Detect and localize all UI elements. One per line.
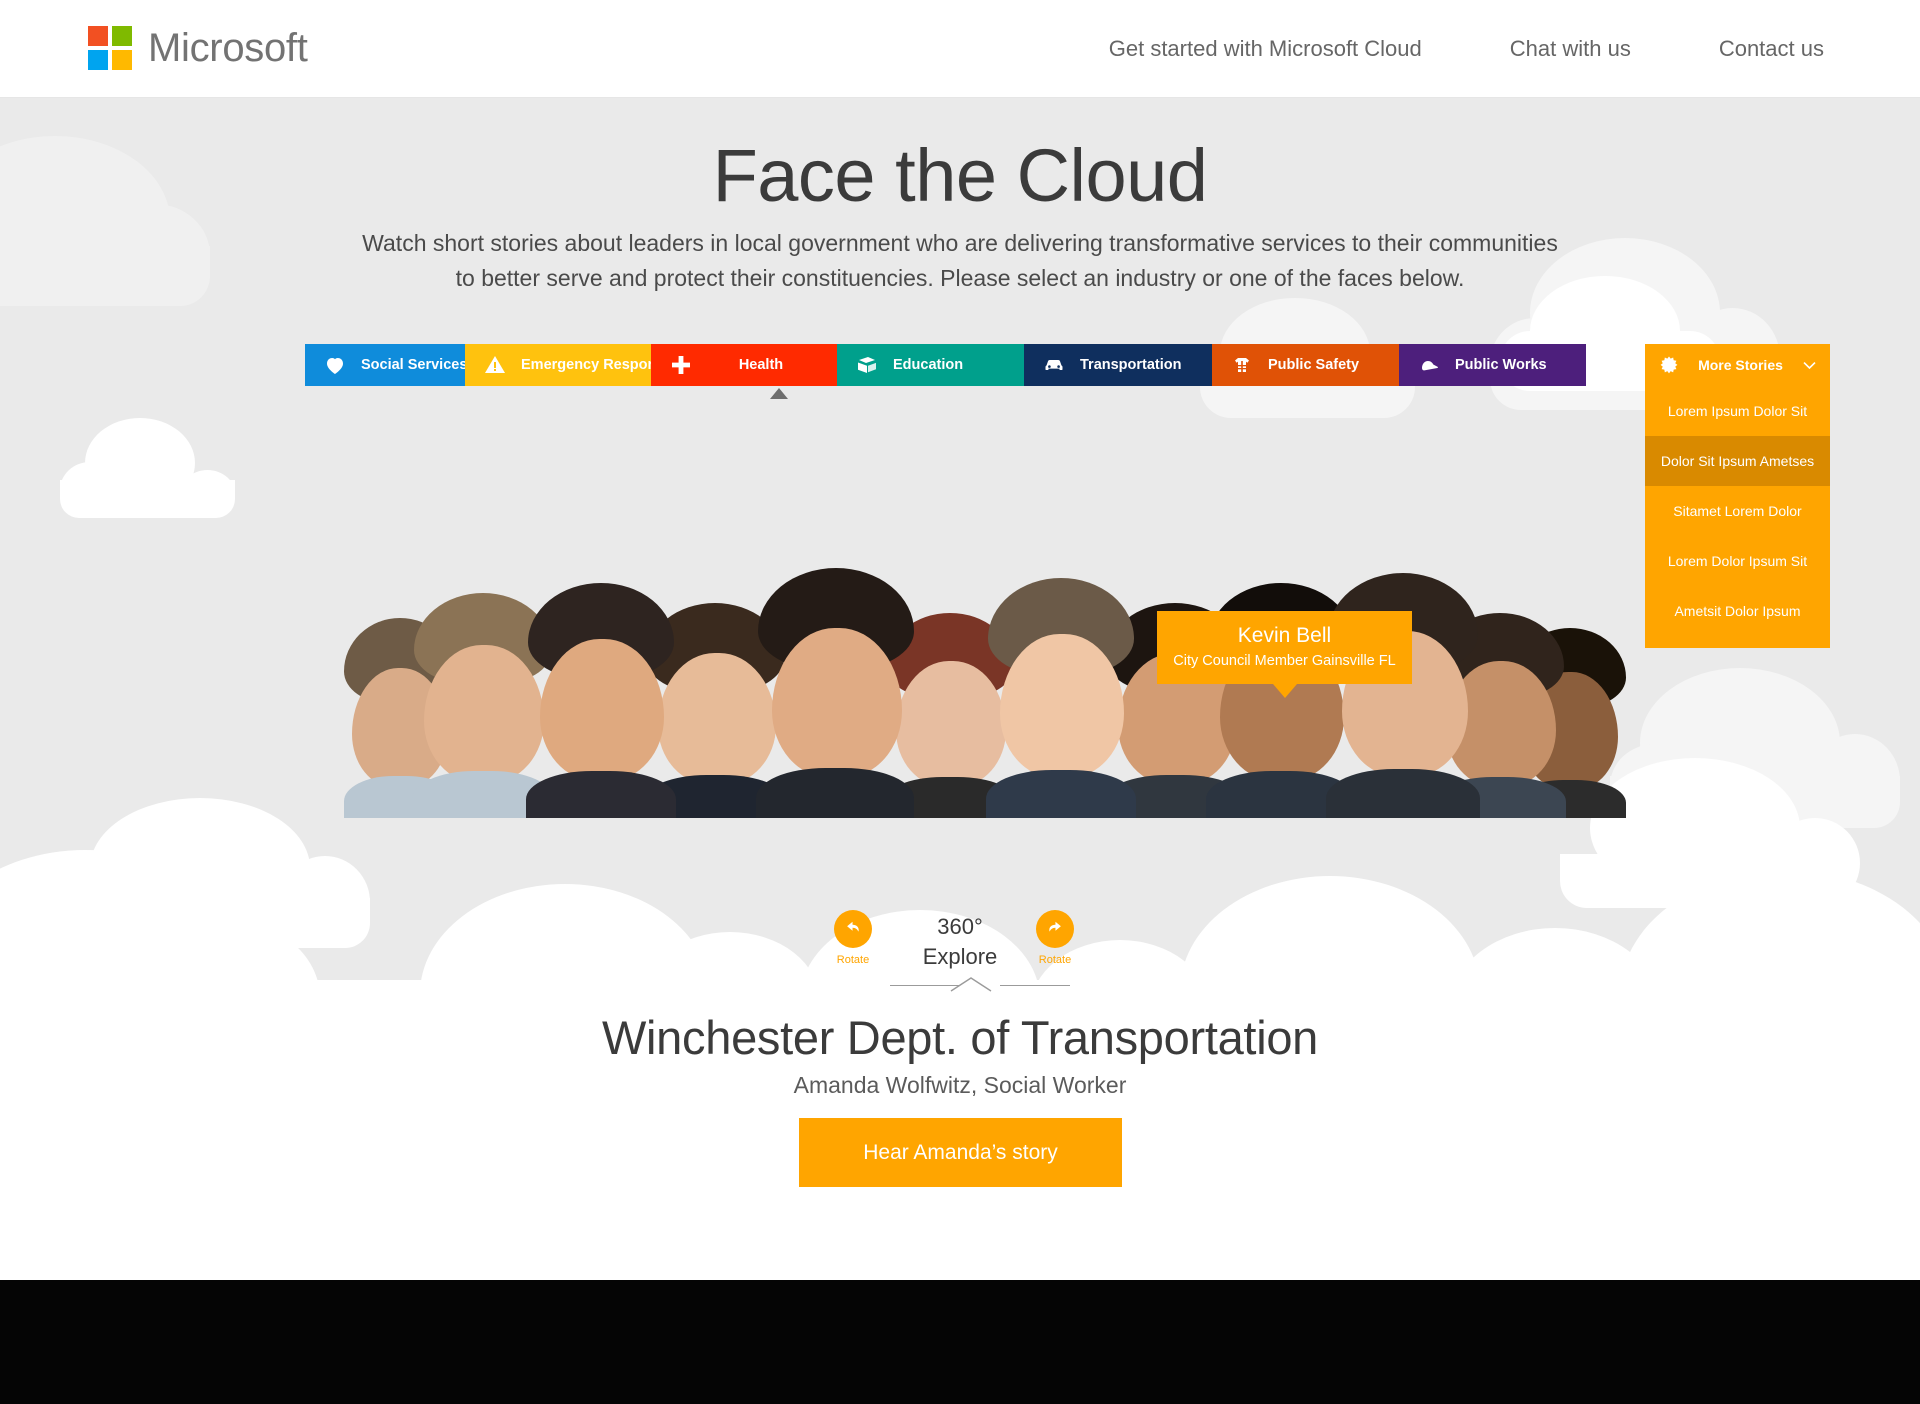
safety-vest-icon	[1230, 353, 1254, 377]
face-portrait[interactable]	[1320, 573, 1485, 818]
face-portrait[interactable]	[520, 583, 680, 818]
page-subtitle: Watch short stories about leaders in loc…	[0, 226, 1920, 296]
tab-social-services[interactable]: Social Services	[305, 344, 468, 386]
warning-icon	[483, 353, 507, 377]
tab-health[interactable]: Health	[651, 344, 837, 386]
tooltip-name: Kevin Bell	[1237, 624, 1332, 647]
person-subtitle: Amanda Wolfwitz, Social Worker	[793, 1072, 1127, 1098]
tab-public-works[interactable]: Public Works	[1399, 344, 1586, 386]
page-title: Face the Cloud	[712, 134, 1208, 217]
nav-link-get-started[interactable]: Get started with Microsoft Cloud	[1065, 0, 1466, 98]
chevron-down-icon	[1802, 359, 1816, 372]
tab-label: Public Safety	[1268, 357, 1360, 373]
story-item[interactable]: Ametsit Dolor Ipsum	[1645, 586, 1830, 636]
nav-link-contact-us[interactable]: Contact us	[1675, 0, 1848, 98]
logo-square-red	[88, 26, 108, 46]
cloud-decoration-mid-left	[60, 418, 250, 518]
tab-education[interactable]: Education	[837, 344, 1024, 386]
footer-bar	[0, 1280, 1920, 1404]
plus-cross-icon	[669, 353, 693, 377]
divider-line-right	[1000, 985, 1070, 986]
more-stories-label: More Stories	[1698, 357, 1783, 373]
face-tooltip: Kevin Bell City Council Member Gainsvill…	[1157, 611, 1412, 698]
industry-tab-bar: Social Services Emergency Response Healt…	[305, 344, 1586, 386]
book-icon	[855, 353, 879, 377]
rotate-right-icon	[1036, 910, 1074, 948]
tab-label: Public Works	[1455, 357, 1547, 373]
tab-transportation[interactable]: Transportation	[1024, 344, 1212, 386]
logo-square-green	[112, 26, 132, 46]
story-item[interactable]: Lorem Ipsum Dolor Sit	[1645, 386, 1830, 436]
microsoft-logo-text: Microsoft	[148, 26, 308, 70]
microsoft-logo[interactable]: Microsoft	[88, 26, 308, 70]
divider-chevron-up-icon	[950, 977, 992, 992]
tab-public-safety[interactable]: Public Safety	[1212, 344, 1399, 386]
hero-section: Face the Cloud Watch short stories about…	[0, 98, 1920, 1280]
tooltip-role: City Council Member Gainsville FL	[1173, 653, 1396, 669]
story-item[interactable]: Sitamet Lorem Dolor	[1645, 486, 1830, 536]
hear-story-button[interactable]: Hear Amanda’s story	[799, 1118, 1122, 1187]
car-icon	[1042, 353, 1066, 377]
microsoft-logo-icon	[88, 26, 132, 70]
story-item[interactable]: Dolor Sit Ipsum Ametses	[1645, 436, 1830, 486]
tab-label: Emergency Response	[521, 357, 673, 373]
nav-link-chat-with-us[interactable]: Chat with us	[1466, 0, 1675, 98]
burst-icon	[1659, 355, 1679, 375]
more-stories-toggle[interactable]: More Stories	[1645, 344, 1830, 386]
department-title: Winchester Dept. of Transportation	[601, 1011, 1319, 1064]
page-root: Microsoft Get started with Microsoft Clo…	[0, 0, 1920, 1404]
tab-emergency-response[interactable]: Emergency Response	[465, 344, 673, 386]
section-divider	[0, 974, 1920, 996]
tab-label: Health	[738, 357, 784, 373]
heart-icon	[323, 353, 347, 377]
tab-label: Social Services	[361, 357, 468, 373]
site-header: Microsoft Get started with Microsoft Clo…	[0, 0, 1920, 98]
page-subtitle-line-1: Watch short stories about leaders in loc…	[362, 230, 1558, 256]
header-nav: Get started with Microsoft Cloud Chat wi…	[1065, 0, 1848, 98]
rotate-right-label: Rotate	[1038, 954, 1072, 966]
more-stories-panel: More Stories Lorem Ipsum Dolor Sit Dolor…	[1645, 344, 1830, 648]
logo-square-blue	[88, 50, 108, 70]
rotate-right-button[interactable]: Rotate	[1012, 910, 1098, 966]
hard-hat-icon	[1417, 353, 1441, 377]
active-tab-pointer-icon	[770, 388, 788, 399]
tab-label: Transportation	[1080, 357, 1182, 373]
logo-square-yellow	[112, 50, 132, 70]
tab-label: Education	[893, 357, 964, 373]
story-item[interactable]: Lorem Dolor Ipsum Sit	[1645, 536, 1830, 586]
face-portrait[interactable]	[980, 578, 1140, 818]
face-portrait[interactable]	[750, 568, 920, 818]
page-subtitle-line-2: to better serve and protect their consti…	[455, 265, 1465, 291]
